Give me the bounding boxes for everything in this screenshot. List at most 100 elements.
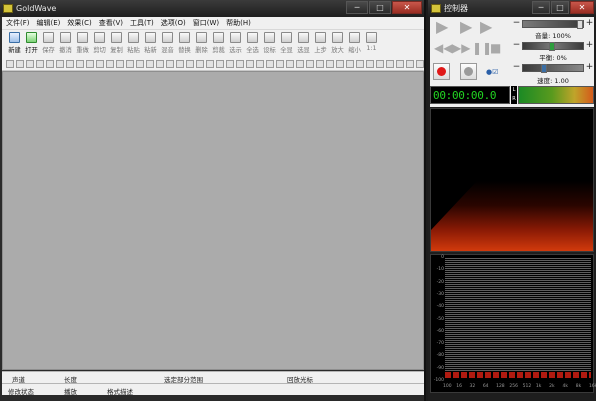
menu-effects[interactable]: 效果(C) (65, 18, 96, 28)
speed-slider[interactable]: − + (512, 63, 594, 74)
effect-tool-icon[interactable] (216, 59, 224, 68)
paste-button[interactable]: 粘贴 (125, 30, 142, 56)
effect-tool-icon[interactable] (416, 59, 424, 68)
effect-tool-icon[interactable] (86, 59, 94, 68)
effect-tool-icon[interactable] (116, 59, 124, 68)
play-icon[interactable]: ▶ (436, 19, 448, 35)
effect-tool-icon[interactable] (346, 59, 354, 68)
menu-help[interactable]: 帮助(H) (224, 18, 256, 28)
speed-increase-button[interactable]: + (585, 63, 594, 73)
record-selection-button[interactable] (460, 63, 477, 80)
effect-tool-icon[interactable] (356, 59, 364, 68)
new-button[interactable]: 新建 (6, 30, 23, 56)
play-loop-icon[interactable]: ▶ (480, 19, 492, 35)
effect-tool-icon[interactable] (126, 59, 134, 68)
effect-tool-icon[interactable] (146, 59, 154, 68)
effect-tool-icon[interactable] (186, 59, 194, 68)
mix-button[interactable]: 混音 (159, 30, 176, 56)
open-button[interactable]: 打开 (23, 30, 40, 56)
effect-tool-icon[interactable] (396, 59, 404, 68)
fast-forward-icon[interactable]: ▶▶ (452, 42, 470, 54)
effect-tool-icon[interactable] (206, 59, 214, 68)
controller-maximize-button[interactable]: □ (551, 1, 569, 14)
menu-tools[interactable]: 工具(T) (128, 18, 159, 28)
rewind-icon[interactable]: ◀◀ (434, 42, 452, 54)
main-maximize-button[interactable]: □ (369, 1, 391, 14)
main-minimize-button[interactable]: ─ (346, 1, 368, 14)
zoom-1-1-button[interactable]: 1:1 (363, 30, 380, 56)
effect-tool-icon[interactable] (6, 59, 14, 68)
effect-tool-icon[interactable] (136, 59, 144, 68)
effect-tool-icon[interactable] (366, 59, 374, 68)
main-titlebar[interactable]: GoldWave ─ □ ✕ (0, 0, 424, 17)
play-selection-icon[interactable]: ▶ (460, 19, 472, 35)
copy-button[interactable]: 复制 (108, 30, 125, 56)
effect-tool-icon[interactable] (266, 59, 274, 68)
effect-tool-icon[interactable] (326, 59, 334, 68)
speed-decrease-button[interactable]: − (512, 63, 521, 73)
main-close-button[interactable]: ✕ (392, 1, 422, 14)
effect-tool-icon[interactable] (66, 59, 74, 68)
menu-window[interactable]: 窗口(W) (191, 18, 224, 28)
show-selection-button[interactable]: 选示 (227, 30, 244, 56)
effect-tool-icon[interactable] (36, 59, 44, 68)
effect-tool-icon[interactable] (316, 59, 324, 68)
controller-titlebar[interactable]: 控制器 ─ □ ✕ (428, 0, 596, 17)
redo-button[interactable]: 重做 (74, 30, 91, 56)
controller-close-button[interactable]: ✕ (570, 1, 594, 14)
effect-tool-icon[interactable] (306, 59, 314, 68)
controller-minimize-button[interactable]: ─ (532, 1, 550, 14)
effect-tool-icon[interactable] (166, 59, 174, 68)
waveform-workspace[interactable] (2, 71, 424, 370)
effect-tool-icon[interactable] (386, 59, 394, 68)
balance-slider[interactable]: − + (512, 41, 594, 52)
effect-tool-icon[interactable] (256, 59, 264, 68)
show-selected-button[interactable]: 选显 (295, 30, 312, 56)
previous-button[interactable]: 上步 (312, 30, 329, 56)
save-button[interactable]: 保存 (40, 30, 57, 56)
undo-button[interactable]: 撤消 (57, 30, 74, 56)
effect-tool-icon[interactable] (56, 59, 64, 68)
balance-decrease-button[interactable]: − (512, 41, 521, 51)
effect-tool-icon[interactable] (176, 59, 184, 68)
effect-tool-icon[interactable] (16, 59, 24, 68)
effect-tool-icon[interactable] (236, 59, 244, 68)
effect-tool-icon[interactable] (226, 59, 234, 68)
trim-button[interactable]: 剪裁 (210, 30, 227, 56)
effect-tool-icon[interactable] (106, 59, 114, 68)
select-all-button[interactable]: 全选 (244, 30, 261, 56)
menu-view[interactable]: 查看(V) (97, 18, 128, 28)
show-all-button[interactable]: 全显 (278, 30, 295, 56)
balance-increase-button[interactable]: + (585, 41, 594, 51)
volume-slider[interactable]: − + (512, 19, 594, 30)
replace-button[interactable]: 替换 (176, 30, 193, 56)
speed-thumb[interactable] (541, 64, 547, 73)
balance-thumb[interactable] (549, 42, 555, 51)
record-button[interactable] (433, 63, 450, 80)
volume-increase-button[interactable]: + (585, 19, 594, 29)
zoom-out-button[interactable]: 缩小 (346, 30, 363, 56)
effect-tool-icon[interactable] (336, 59, 344, 68)
effect-tool-icon[interactable] (26, 59, 34, 68)
monitor-checkbox[interactable]: ●☑ (486, 68, 498, 76)
effect-tool-icon[interactable] (406, 59, 414, 68)
menu-edit[interactable]: 编辑(E) (35, 18, 66, 28)
zoom-in-button[interactable]: 放大 (329, 30, 346, 56)
set-marker-button[interactable]: 设标 (261, 30, 278, 56)
effect-tool-icon[interactable] (376, 59, 384, 68)
cut-button[interactable]: 剪切 (91, 30, 108, 56)
delete-button[interactable]: 删除 (193, 30, 210, 56)
menu-file[interactable]: 文件(F) (4, 18, 35, 28)
menu-options[interactable]: 选项(O) (159, 18, 191, 28)
effect-tool-icon[interactable] (96, 59, 104, 68)
effect-tool-icon[interactable] (76, 59, 84, 68)
effect-tool-icon[interactable] (196, 59, 204, 68)
volume-decrease-button[interactable]: − (512, 19, 521, 29)
effect-tool-icon[interactable] (46, 59, 54, 68)
effect-tool-icon[interactable] (156, 59, 164, 68)
stop-icon[interactable]: ■ (490, 42, 501, 54)
volume-thumb[interactable] (577, 20, 583, 29)
paste-new-button[interactable]: 粘新 (142, 30, 159, 56)
effect-tool-icon[interactable] (246, 59, 254, 68)
effect-tool-icon[interactable] (286, 59, 294, 68)
